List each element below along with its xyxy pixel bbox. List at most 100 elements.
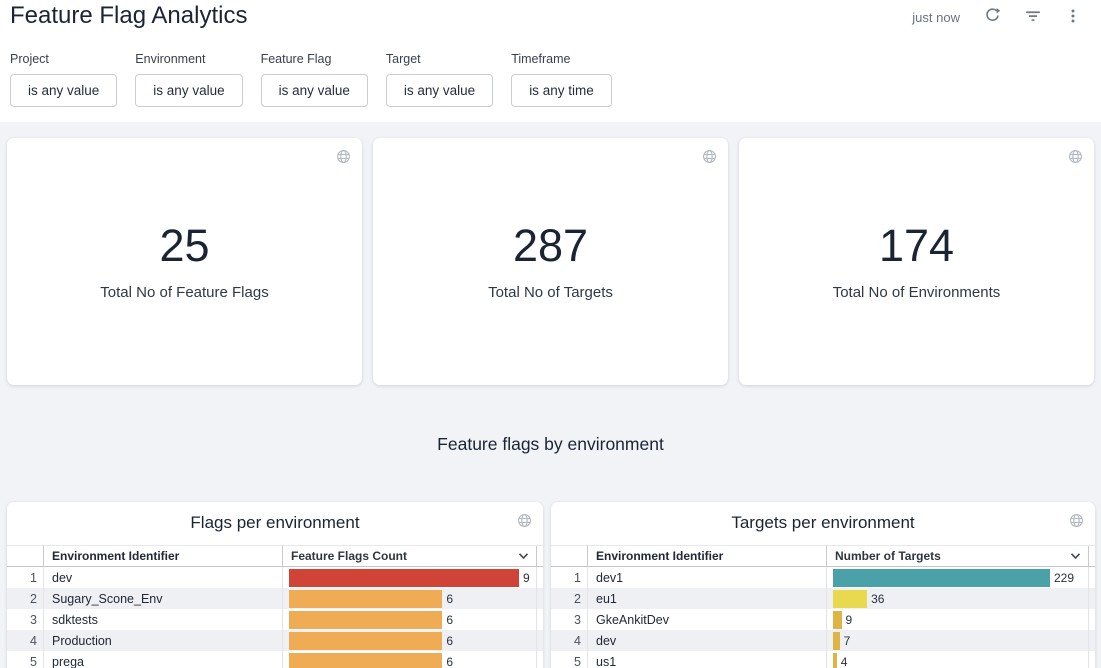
filter-value-button-project[interactable]: is any value <box>10 74 117 107</box>
value-bar[interactable] <box>833 590 867 608</box>
filter-value-button-feature-flag[interactable]: is any value <box>261 74 368 107</box>
value-label: 6 <box>446 592 453 606</box>
value-bar[interactable] <box>289 611 442 629</box>
table-header-row: Environment Identifier Feature Flags Cou… <box>7 545 543 567</box>
header-controls: just now <box>912 7 1081 27</box>
table-row: 5 us1 4 <box>551 651 1095 668</box>
environment-identifier-cell[interactable]: Sugary_Scone_Env <box>44 588 282 609</box>
value-label: 6 <box>446 613 453 627</box>
value-bar[interactable] <box>833 569 1050 587</box>
value-bar-cell: 6 <box>282 630 537 651</box>
value-label: 6 <box>446 634 453 648</box>
filter-group-project: Project is any value <box>10 52 117 107</box>
tile-title: Targets per environment <box>551 513 1095 537</box>
kebab-menu-icon <box>1065 8 1081 27</box>
filter-label: Environment <box>135 52 242 66</box>
filter-label: Timeframe <box>511 52 612 66</box>
value-bar-cell: 6 <box>282 609 537 630</box>
value-label: 7 <box>844 634 851 648</box>
table-header-row: Environment Identifier Number of Targets <box>551 545 1095 567</box>
value-bar-cell: 4 <box>826 651 1089 668</box>
value-bar-cell: 36 <box>826 588 1089 609</box>
row-number-header <box>551 546 588 566</box>
kpi-value: 287 <box>513 222 588 269</box>
column-header-environment-identifier[interactable]: Environment Identifier <box>44 546 282 566</box>
column-header-environment-identifier[interactable]: Environment Identifier <box>588 546 826 566</box>
value-bar[interactable] <box>833 632 840 650</box>
value-bar[interactable] <box>289 653 442 668</box>
row-number-header <box>7 546 44 566</box>
refresh-button[interactable] <box>984 7 1001 27</box>
table-row: 3 GkeAnkitDev 9 <box>551 609 1095 630</box>
row-number-cell: 2 <box>7 588 44 609</box>
value-bar-cell: 229 <box>826 567 1089 588</box>
page-title: Feature Flag Analytics <box>10 2 247 30</box>
value-bar[interactable] <box>289 569 519 587</box>
kpi-card-feature-flags: 25 Total No of Feature Flags <box>7 138 362 385</box>
column-header-number-of-targets[interactable]: Number of Targets <box>826 546 1089 566</box>
environment-identifier-cell[interactable]: sdktests <box>44 609 282 630</box>
kpi-value: 25 <box>159 222 209 269</box>
row-number-cell: 3 <box>7 609 44 630</box>
data-table: Environment Identifier Number of Targets… <box>551 545 1095 668</box>
value-bar[interactable] <box>289 590 442 608</box>
environment-identifier-cell[interactable]: dev1 <box>588 567 826 588</box>
filter-value-button-target[interactable]: is any value <box>386 74 493 107</box>
environment-identifier-cell[interactable]: GkeAnkitDev <box>588 609 826 630</box>
value-bar-cell: 7 <box>826 630 1089 651</box>
value-bar-cell: 9 <box>282 567 537 588</box>
environment-identifier-cell[interactable]: dev <box>44 567 282 588</box>
value-bar-cell: 6 <box>282 651 537 668</box>
table-body: 1 dev1 229 2 eu1 36 3 GkeAnkitDev 9 4 de… <box>551 567 1095 668</box>
kpi-card-targets: 287 Total No of Targets <box>373 138 728 385</box>
globe-icon <box>1069 513 1084 528</box>
kpi-value: 174 <box>879 222 954 269</box>
chevron-down-icon[interactable] <box>1070 552 1081 560</box>
environment-identifier-cell[interactable]: eu1 <box>588 588 826 609</box>
value-label: 9 <box>846 613 853 627</box>
kpi-label: Total No of Environments <box>833 284 1001 301</box>
table-row: 5 prega 6 <box>7 651 543 668</box>
filter-value-button-timeframe[interactable]: is any time <box>511 74 612 107</box>
filter-label: Target <box>386 52 493 66</box>
section-title: Feature flags by environment <box>0 434 1101 455</box>
value-bar[interactable] <box>289 632 442 650</box>
table-card-flags-per-environment: Flags per environment Environment Identi… <box>7 502 543 668</box>
chevron-down-icon[interactable] <box>518 552 529 560</box>
tile-title: Flags per environment <box>7 513 543 537</box>
table-row: 2 Sugary_Scone_Env 6 <box>7 588 543 609</box>
filter-group-target: Target is any value <box>386 52 493 107</box>
dashboard-filters-button[interactable] <box>1025 8 1041 27</box>
more-menu-button[interactable] <box>1065 8 1081 27</box>
filter-value-button-environment[interactable]: is any value <box>135 74 242 107</box>
tables-row: Flags per environment Environment Identi… <box>7 502 1095 668</box>
table-row: 2 eu1 36 <box>551 588 1095 609</box>
value-bar[interactable] <box>833 611 842 629</box>
filter-group-timeframe: Timeframe is any time <box>511 52 612 107</box>
dashboard-header: Feature Flag Analytics just now <box>0 0 1101 122</box>
value-bar[interactable] <box>833 653 837 668</box>
table-row: 1 dev1 229 <box>551 567 1095 588</box>
filter-group-feature-flag: Feature Flag is any value <box>261 52 368 107</box>
filter-bar: Project is any value Environment is any … <box>10 52 612 107</box>
row-number-cell: 5 <box>7 651 44 668</box>
environment-identifier-cell[interactable]: Production <box>44 630 282 651</box>
value-label: 4 <box>841 655 848 668</box>
column-header-feature-flags-count[interactable]: Feature Flags Count <box>282 546 537 566</box>
globe-icon <box>702 149 717 164</box>
kpi-row: 25 Total No of Feature Flags 287 Total N… <box>7 138 1094 385</box>
row-number-cell: 5 <box>551 651 588 668</box>
value-label: 9 <box>523 571 530 585</box>
table-body: 1 dev 9 2 Sugary_Scone_Env 6 3 sdktests … <box>7 567 543 668</box>
filter-group-environment: Environment is any value <box>135 52 242 107</box>
environment-identifier-cell[interactable]: us1 <box>588 651 826 668</box>
globe-icon <box>517 513 532 528</box>
row-number-cell: 1 <box>7 567 44 588</box>
filter-label: Feature Flag <box>261 52 368 66</box>
table-row: 3 sdktests 6 <box>7 609 543 630</box>
row-number-cell: 4 <box>7 630 44 651</box>
environment-identifier-cell[interactable]: dev <box>588 630 826 651</box>
kpi-label: Total No of Feature Flags <box>100 284 268 301</box>
environment-identifier-cell[interactable]: prega <box>44 651 282 668</box>
value-label: 6 <box>446 655 453 668</box>
